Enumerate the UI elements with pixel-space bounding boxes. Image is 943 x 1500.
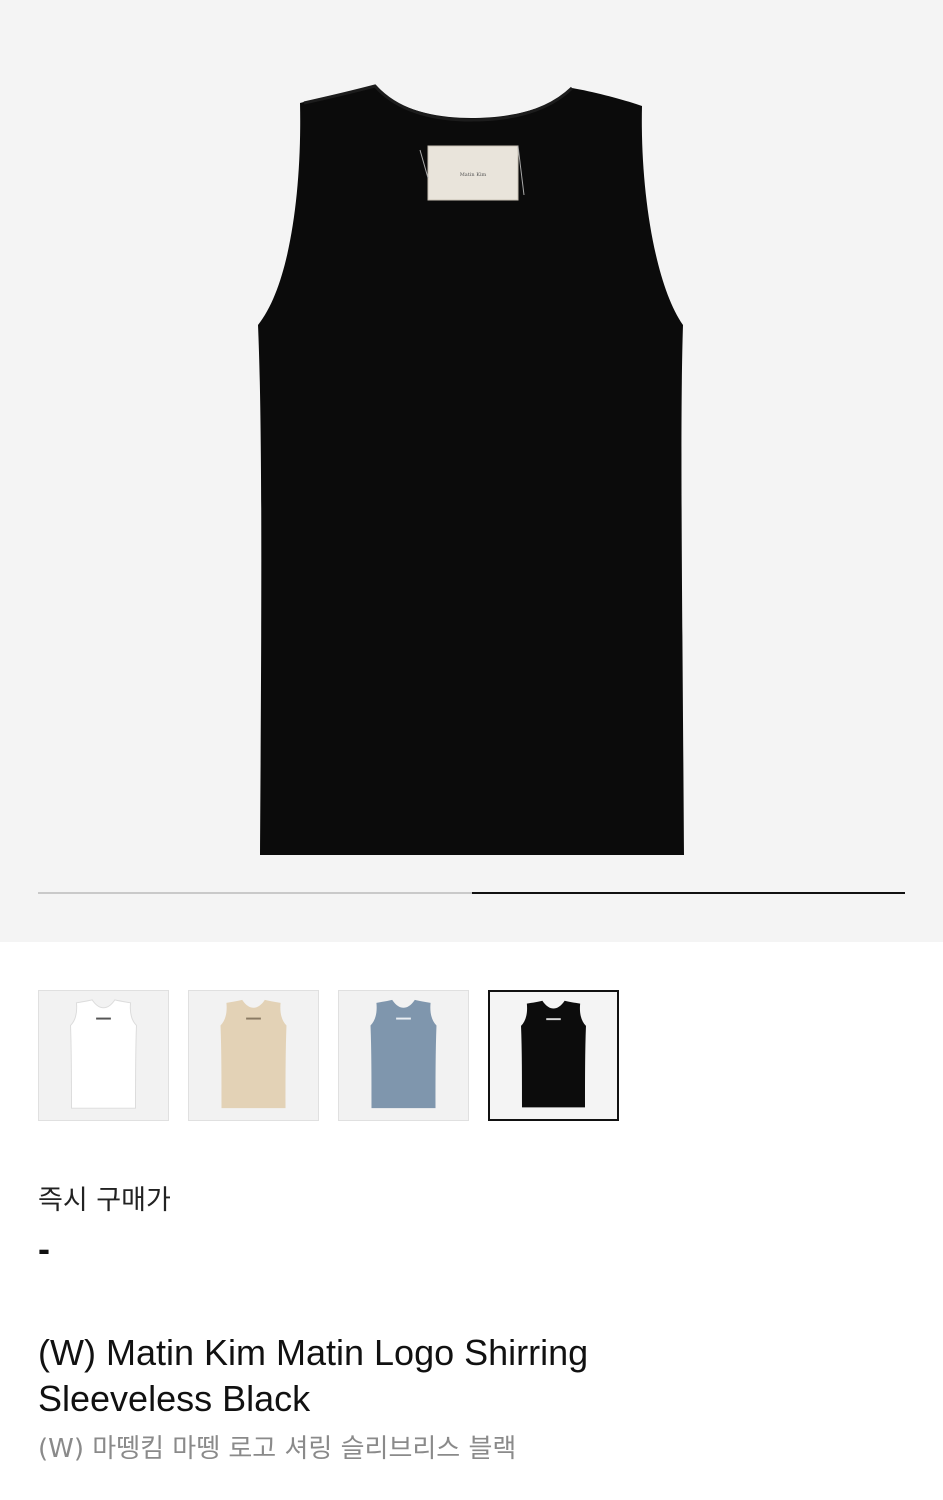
product-main-image: Matin Kim xyxy=(258,84,684,855)
thumbnail-beige[interactable] xyxy=(188,990,319,1121)
instant-buy-price-label: 즉시 구매가 xyxy=(38,1185,171,1216)
tank-top-thumbnail-image xyxy=(70,999,137,1109)
thumbnail-black[interactable] xyxy=(488,990,619,1121)
instant-buy-price-value: - xyxy=(38,1228,50,1269)
logo-mark xyxy=(396,1017,411,1020)
product-image-gallery[interactable]: Matin Kim xyxy=(0,0,943,942)
tank-top-thumbnail-image xyxy=(220,999,287,1109)
color-variant-thumbnails xyxy=(38,990,905,1121)
logo-mark xyxy=(546,1018,561,1021)
product-title-korean: (W) 마뗑킴 마뗑 로고 셔링 슬리브리스 블랙 xyxy=(38,1434,517,1464)
product-title: (W) Matin Kim Matin Logo Shirring Sleeve… xyxy=(38,1332,589,1419)
logo-mark xyxy=(246,1017,261,1020)
logo-mark xyxy=(96,1017,111,1020)
tank-top-thumbnail-image xyxy=(370,999,437,1109)
image-carousel-progress-fill xyxy=(471,892,905,894)
thumbnail-white[interactable] xyxy=(38,990,169,1121)
tank-top-thumbnail-image xyxy=(521,1000,586,1108)
thumbnail-blue[interactable] xyxy=(338,990,469,1121)
image-carousel-progress xyxy=(38,892,905,894)
svg-text:Matin Kim: Matin Kim xyxy=(460,172,487,178)
garment-label-patch: Matin Kim xyxy=(419,145,525,201)
